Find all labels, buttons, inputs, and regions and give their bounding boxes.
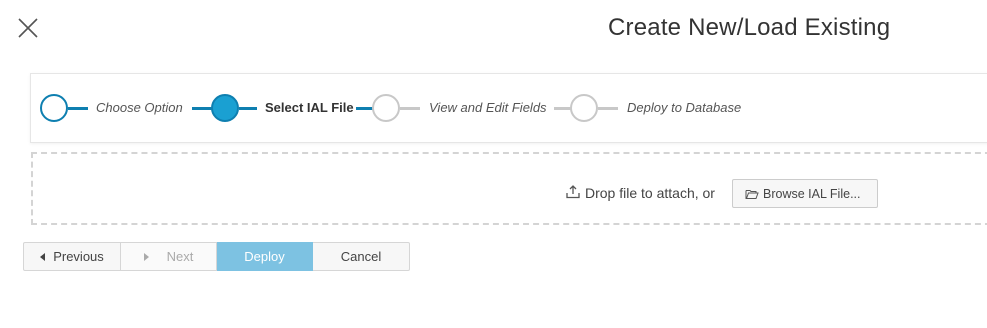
deploy-button[interactable]: Deploy bbox=[217, 242, 313, 271]
previous-button[interactable]: Previous bbox=[23, 242, 121, 271]
step-circle bbox=[570, 94, 598, 122]
step-connector bbox=[400, 107, 420, 110]
step-connector bbox=[239, 107, 257, 110]
step-connector bbox=[554, 107, 571, 110]
next-button[interactable]: Next bbox=[121, 242, 217, 271]
step-label: View and Edit Fields bbox=[429, 100, 547, 115]
upload-icon bbox=[565, 184, 581, 200]
next-button-label: Next bbox=[166, 249, 194, 264]
folder-icon bbox=[745, 189, 759, 199]
step-circle bbox=[40, 94, 68, 122]
previous-button-label: Previous bbox=[53, 249, 104, 264]
step-circle bbox=[211, 94, 239, 122]
step-connector bbox=[356, 107, 373, 110]
step-circle bbox=[372, 94, 400, 122]
browse-button-label: Browse IAL File... bbox=[763, 186, 861, 201]
step-connector bbox=[598, 107, 618, 110]
step-connector bbox=[68, 107, 88, 110]
dialog-title: Create New/Load Existing bbox=[608, 14, 891, 41]
caret-left-icon bbox=[40, 252, 46, 261]
close-icon[interactable] bbox=[15, 15, 41, 41]
step-label: Deploy to Database bbox=[627, 100, 742, 115]
step-label: Select IAL File bbox=[265, 100, 354, 115]
wizard-steps: Choose Option Select IAL File View and E… bbox=[30, 73, 987, 143]
cancel-button[interactable]: Cancel bbox=[313, 242, 410, 271]
deploy-button-label: Deploy bbox=[244, 249, 285, 264]
browse-file-button[interactable]: Browse IAL File... bbox=[732, 179, 878, 208]
cancel-button-label: Cancel bbox=[340, 249, 382, 264]
step-label: Choose Option bbox=[96, 100, 183, 115]
step-connector bbox=[192, 107, 212, 110]
caret-right-icon bbox=[143, 252, 149, 261]
dropzone-text: Drop file to attach, or bbox=[585, 185, 715, 201]
wizard-footer: Previous Next Deploy Cancel bbox=[23, 242, 410, 271]
